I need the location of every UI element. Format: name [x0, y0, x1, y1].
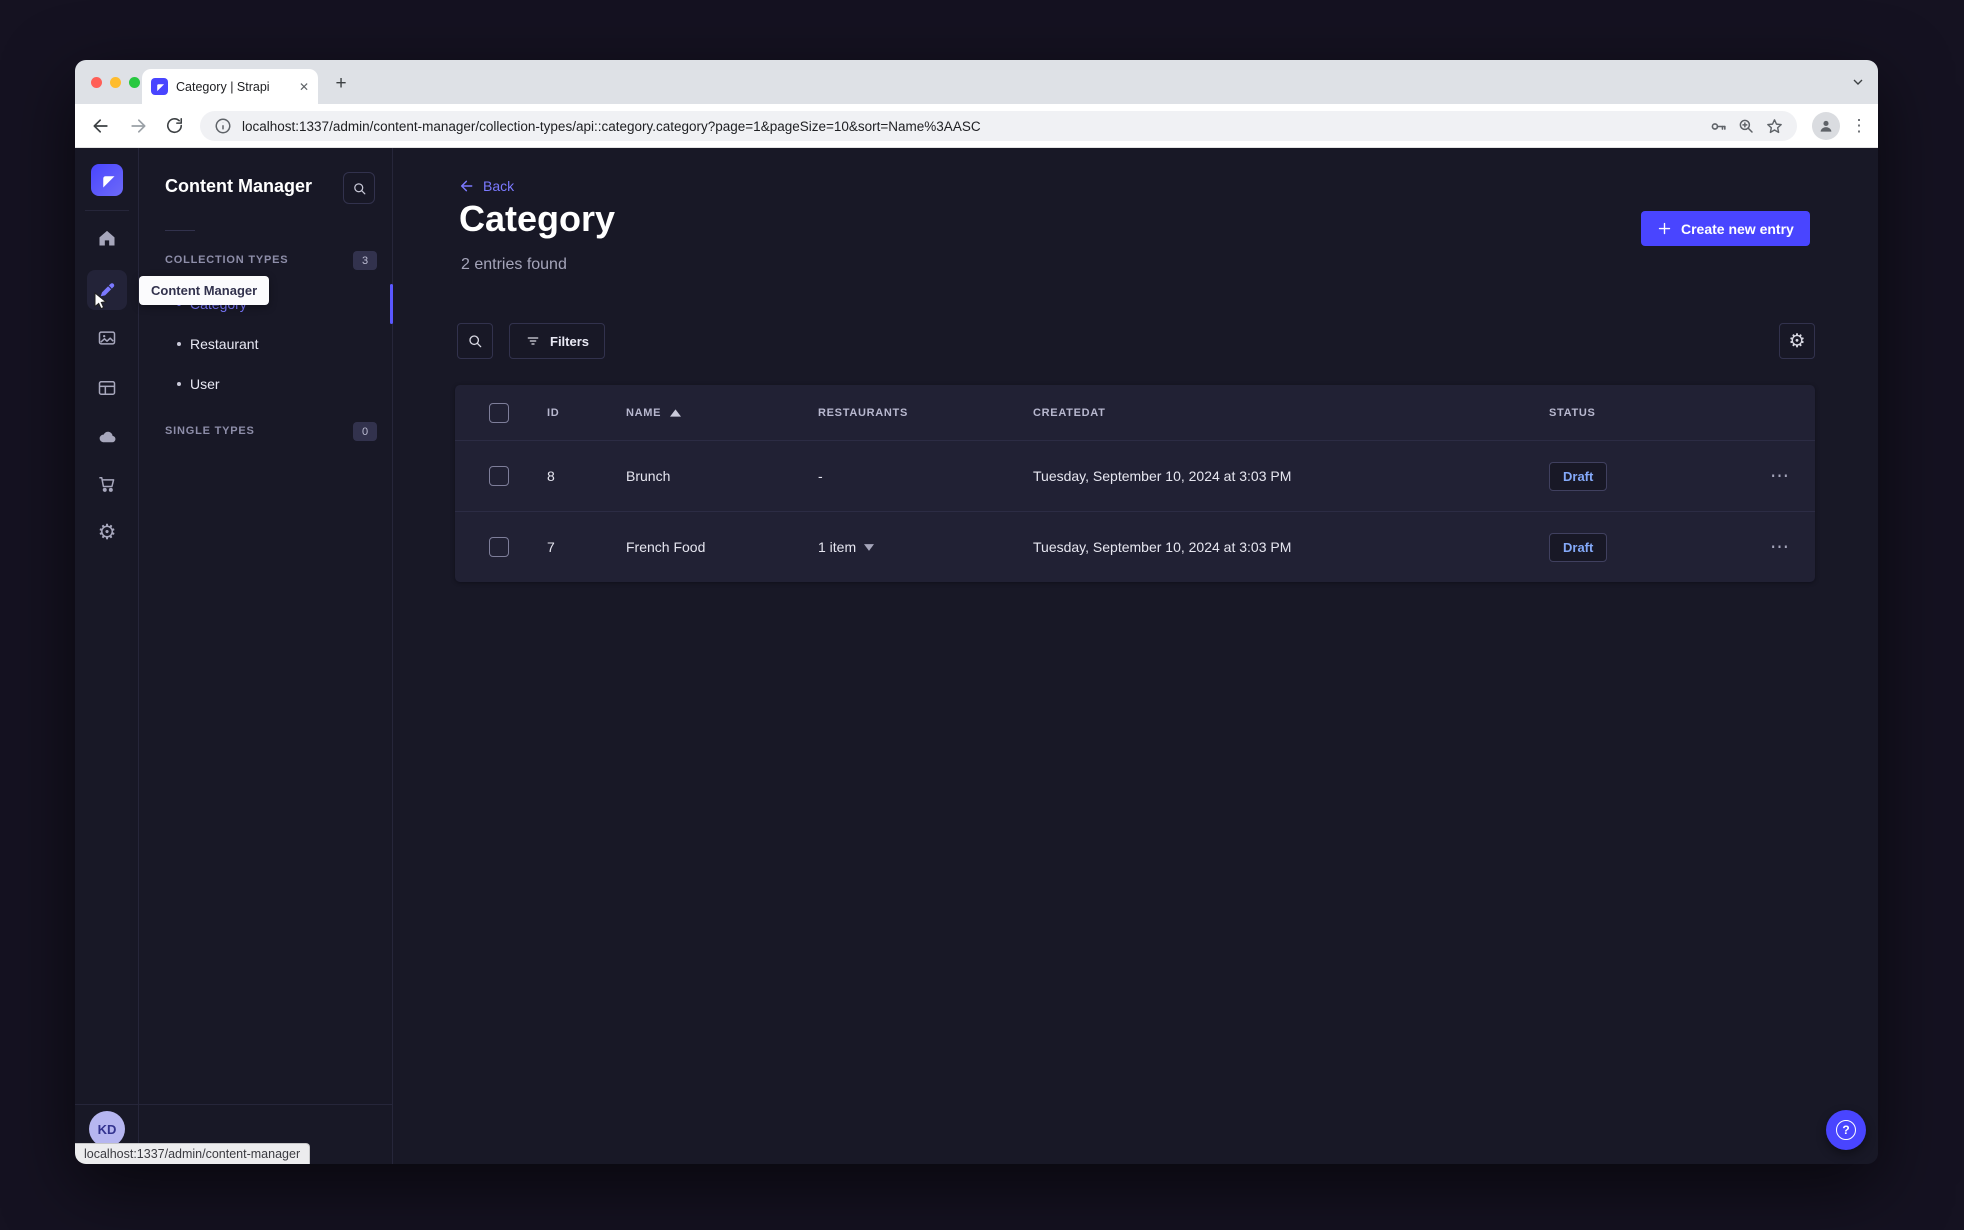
question-mark-icon: ? — [1836, 1120, 1856, 1140]
subnav-item-restaurant[interactable]: Restaurant — [139, 324, 392, 364]
column-header-restaurants: RESTAURANTS — [818, 406, 908, 419]
browser-window: Category | Strapi ✕ + localhost:1337/adm… — [75, 60, 1878, 1164]
status-badge: Draft — [1549, 461, 1608, 491]
nav-media-library-icon[interactable] — [87, 318, 127, 358]
select-all-checkbox[interactable] — [489, 402, 509, 423]
back-label: Back — [483, 178, 515, 194]
nav-home-icon[interactable] — [87, 218, 127, 258]
tab-strip: Category | Strapi ✕ + — [75, 60, 1878, 104]
collection-types-label: COLLECTION TYPES — [165, 254, 289, 266]
status-badge: Draft — [1549, 532, 1608, 562]
strapi-favicon-icon — [151, 78, 168, 95]
tab-search-chevron-icon[interactable] — [1850, 74, 1866, 90]
single-types-label: SINGLE TYPES — [165, 425, 255, 437]
main-content: Back Category 2 entries found Create new… — [393, 148, 1878, 1164]
single-types-count-badge: 0 — [353, 422, 377, 441]
row-actions-menu-icon[interactable]: ⋯ — [1770, 538, 1790, 557]
rail-divider — [85, 210, 129, 211]
sort-ascending-icon — [670, 408, 682, 417]
row-checkbox[interactable] — [489, 466, 509, 486]
mouse-cursor — [93, 292, 111, 310]
user-avatar[interactable]: KD — [89, 1111, 125, 1147]
cell-id: 8 — [547, 468, 555, 484]
new-tab-button[interactable]: + — [327, 70, 355, 98]
browser-profile-avatar[interactable] — [1812, 112, 1840, 140]
arrow-left-icon — [460, 180, 473, 192]
create-new-entry-button[interactable]: Create new entry — [1641, 211, 1810, 246]
bullet-icon — [177, 382, 181, 386]
column-header-name[interactable]: NAME — [626, 407, 818, 419]
cell-name: Brunch — [626, 468, 671, 484]
subnav-divider — [165, 230, 195, 231]
collection-types-section: COLLECTION TYPES 3 — [139, 249, 393, 273]
nav-content-type-builder-icon[interactable] — [87, 368, 127, 408]
fullscreen-window-button[interactable] — [129, 77, 140, 88]
gear-icon: ⚙ — [1788, 330, 1806, 352]
row-actions-menu-icon[interactable]: ⋯ — [1770, 467, 1790, 486]
column-header-createdat: CREATEDAT — [1033, 406, 1106, 419]
cell-id: 7 — [547, 539, 555, 555]
content-manager-tooltip: Content Manager — [139, 276, 270, 305]
table-header-row: ID NAME RESTAURANTS CREATEDAT STATUS — [455, 385, 1815, 441]
browser-refresh-icon[interactable] — [165, 116, 185, 136]
caret-down-icon — [864, 543, 875, 551]
link-status-bubble: localhost:1337/admin/content-manager — [75, 1143, 311, 1164]
subnav-item-user[interactable]: User — [139, 364, 392, 404]
page-info-icon[interactable] — [214, 117, 232, 135]
url-text: localhost:1337/admin/content-manager/col… — [242, 118, 981, 134]
strapi-logo[interactable] — [91, 164, 123, 196]
subnav-item-label: Restaurant — [190, 336, 259, 352]
table-row[interactable]: 8 Brunch - Tuesday, September 10, 2024 a… — [455, 441, 1815, 511]
relation-count: 1 item — [818, 539, 857, 555]
subnav-search-button[interactable] — [343, 172, 375, 204]
desktop: Category | Strapi ✕ + localhost:1337/adm… — [0, 0, 1964, 1230]
help-button[interactable]: ? — [1826, 1110, 1866, 1150]
nav-marketplace-icon[interactable] — [87, 464, 127, 504]
close-window-button[interactable] — [91, 77, 102, 88]
cell-createdat: Tuesday, September 10, 2024 at 3:03 PM — [1033, 468, 1292, 484]
filters-button[interactable]: Filters — [509, 323, 606, 359]
row-checkbox[interactable] — [489, 537, 509, 557]
gear-icon: ⚙ — [97, 520, 117, 544]
password-key-icon[interactable] — [1709, 117, 1727, 135]
minimize-window-button[interactable] — [110, 77, 121, 88]
bookmark-star-icon[interactable] — [1765, 117, 1783, 135]
tab-close-icon[interactable]: ✕ — [299, 80, 309, 94]
browser-toolbar: localhost:1337/admin/content-manager/col… — [75, 104, 1878, 148]
entries-table: ID NAME RESTAURANTS CREATEDAT STATUS 8 B… — [455, 385, 1815, 582]
collection-types-count-badge: 3 — [353, 251, 377, 270]
entries-count: 2 entries found — [461, 256, 567, 273]
browser-back-icon[interactable] — [91, 116, 111, 136]
plus-icon — [1658, 222, 1671, 235]
zoom-page-icon[interactable] — [1737, 117, 1755, 135]
browser-tab[interactable]: Category | Strapi ✕ — [142, 69, 318, 104]
window-controls — [91, 77, 140, 88]
filters-label: Filters — [550, 333, 590, 349]
view-settings-button[interactable]: ⚙ — [1779, 323, 1815, 359]
browser-menu-icon[interactable]: ⋮ — [1847, 113, 1871, 139]
cell-restaurants[interactable]: 1 item — [818, 539, 1033, 555]
browser-forward-icon[interactable] — [128, 116, 148, 136]
search-entries-button[interactable] — [457, 323, 493, 359]
filter-icon — [527, 337, 539, 345]
cell-name: French Food — [626, 539, 706, 555]
list-toolbar: Filters ⚙ — [393, 323, 1878, 359]
back-link[interactable]: Back — [459, 178, 514, 194]
create-new-entry-label: Create new entry — [1681, 220, 1794, 237]
url-bar[interactable]: localhost:1337/admin/content-manager/col… — [200, 111, 1797, 141]
bullet-icon — [177, 342, 181, 346]
single-types-section: SINGLE TYPES 0 — [139, 420, 393, 444]
table-row[interactable]: 7 French Food 1 item Tuesday, September … — [455, 511, 1815, 582]
column-header-status: STATUS — [1549, 406, 1596, 419]
nav-settings-icon[interactable]: ⚙ — [87, 512, 127, 552]
cell-restaurants: - — [818, 468, 823, 484]
page-title: Category — [459, 198, 616, 239]
subnav-item-label: User — [190, 376, 220, 392]
subnav-title: Content Manager — [165, 176, 313, 196]
column-header-id[interactable]: ID — [547, 407, 626, 419]
strapi-admin: ⚙ KD Content Manager COLLECTION TYPES 3 — [75, 148, 1878, 1164]
cell-createdat: Tuesday, September 10, 2024 at 3:03 PM — [1033, 539, 1292, 555]
tab-title: Category | Strapi — [176, 79, 270, 94]
nav-cloud-icon[interactable] — [87, 416, 127, 456]
